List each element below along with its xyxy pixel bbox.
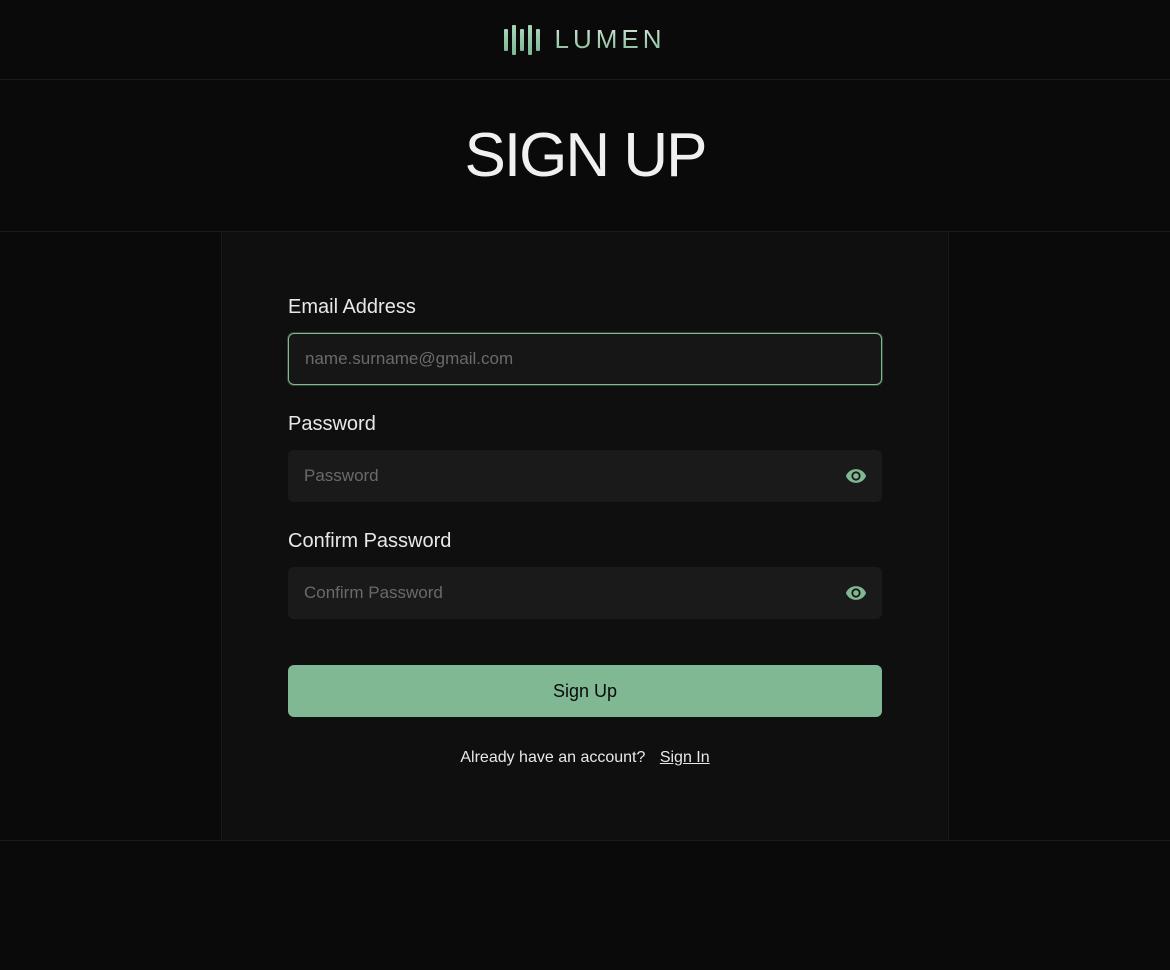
signup-form-card: Email Address Password Confirm Password <box>221 232 949 840</box>
confirm-password-input-wrapper <box>288 567 882 619</box>
email-input-wrapper <box>288 333 882 385</box>
signin-prompt-text: Already have an account? <box>460 749 645 766</box>
signin-link[interactable]: Sign In <box>660 749 710 766</box>
brand-logo: LUMEN <box>504 23 665 57</box>
email-label: Email Address <box>288 296 882 319</box>
signin-prompt: Already have an account? Sign In <box>288 749 882 767</box>
logo-bars-icon <box>504 23 540 57</box>
password-label: Password <box>288 413 882 436</box>
eye-icon <box>845 582 867 604</box>
header: LUMEN <box>0 0 1170 80</box>
toggle-password-visibility-button[interactable] <box>844 464 868 488</box>
signup-button[interactable]: Sign Up <box>288 665 882 717</box>
confirm-password-group: Confirm Password <box>288 530 882 619</box>
toggle-confirm-password-visibility-button[interactable] <box>844 581 868 605</box>
password-group: Password <box>288 413 882 502</box>
confirm-password-field[interactable] <box>288 567 882 619</box>
form-section: Email Address Password Confirm Password <box>0 232 1170 840</box>
password-input-wrapper <box>288 450 882 502</box>
title-section: SIGN UP <box>0 80 1170 232</box>
confirm-password-label: Confirm Password <box>288 530 882 553</box>
bottom-divider <box>0 840 1170 841</box>
email-field[interactable] <box>288 333 882 385</box>
email-group: Email Address <box>288 296 882 385</box>
password-field[interactable] <box>288 450 882 502</box>
brand-name: LUMEN <box>554 24 665 55</box>
eye-icon <box>845 465 867 487</box>
page-title: SIGN UP <box>465 120 706 191</box>
